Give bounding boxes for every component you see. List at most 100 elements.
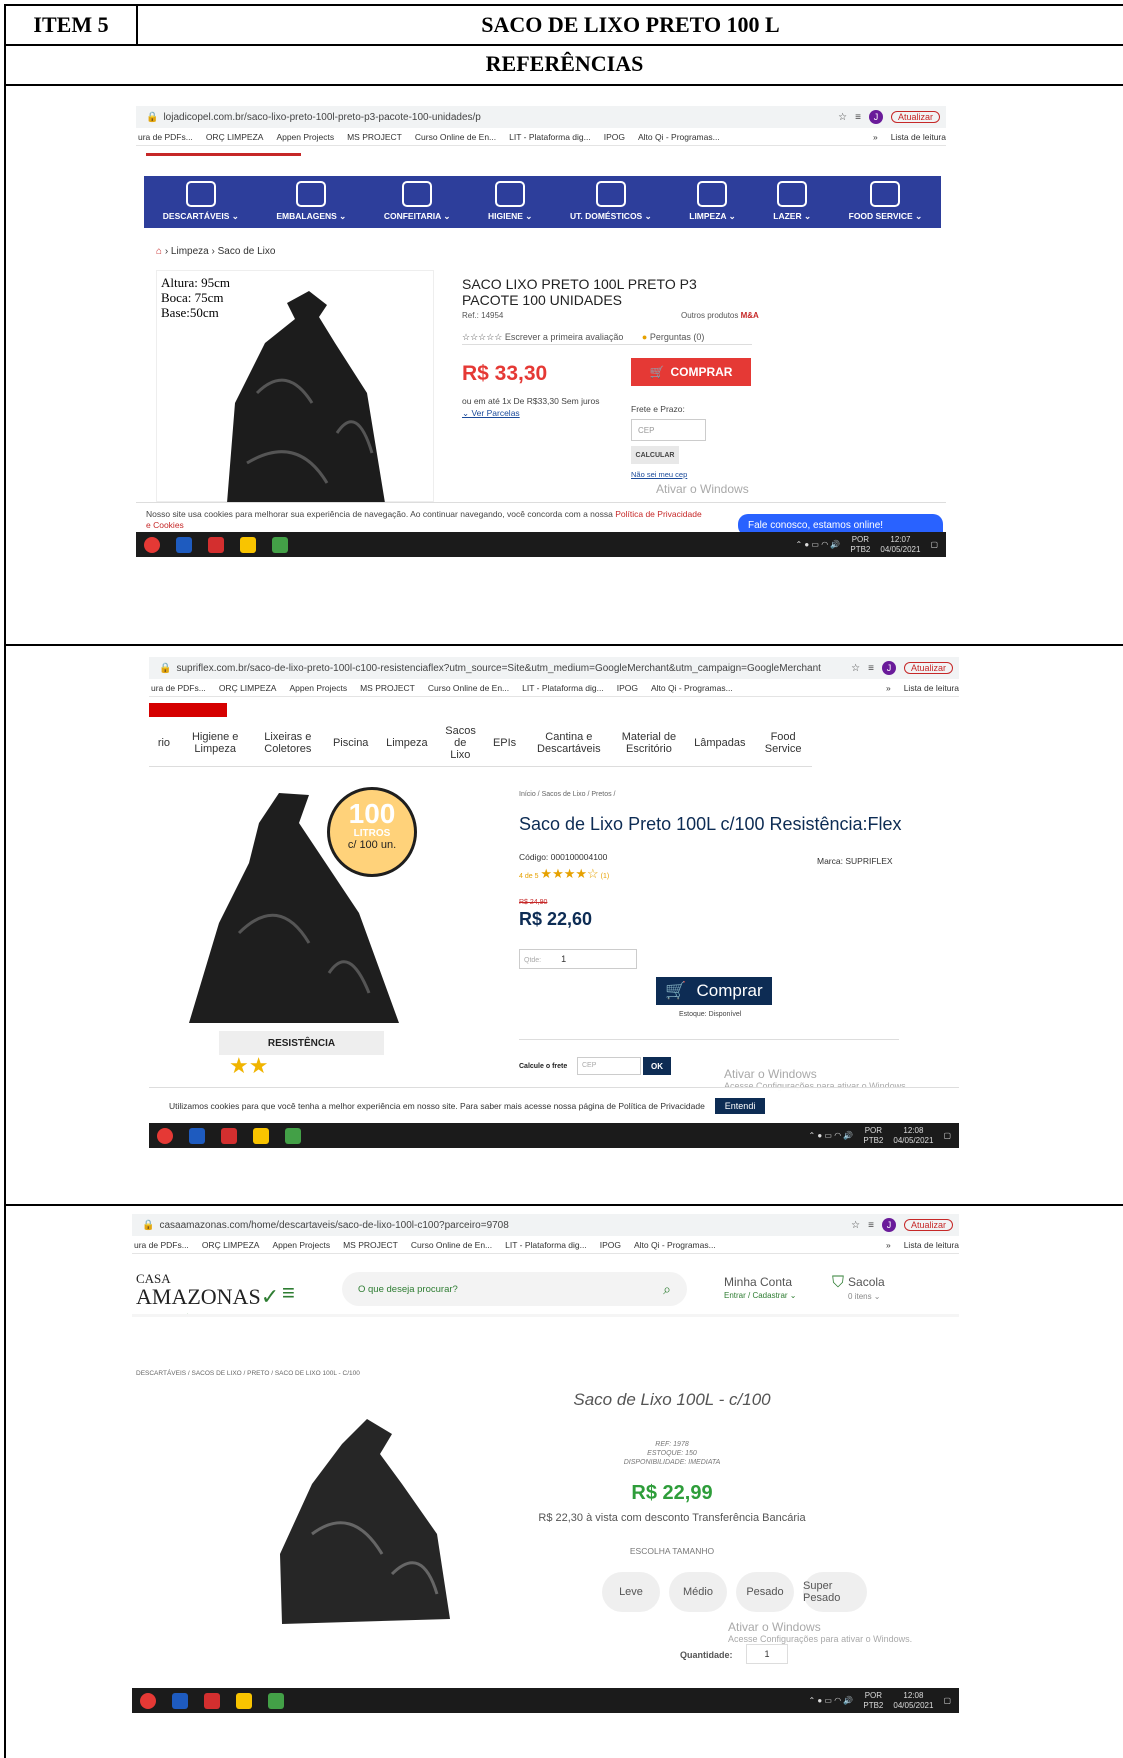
address-bar[interactable]: 🔒 supriflex.com.br/saco-de-lixo-preto-10… bbox=[149, 657, 959, 679]
bookmarks-more[interactable]: » bbox=[873, 132, 878, 142]
bookmark-item[interactable]: Alto Qi - Programas... bbox=[634, 1240, 716, 1250]
pdf-icon[interactable] bbox=[208, 536, 224, 553]
notifications-icon[interactable]: ▢ bbox=[943, 1131, 951, 1140]
size-option-pesado[interactable]: Pesado bbox=[736, 1572, 794, 1612]
nav-item-sacos[interactable]: Sacos de Lixo bbox=[445, 725, 476, 761]
tray-icons[interactable]: ⌃ ● ▭ ◠ 🔊 bbox=[795, 540, 840, 549]
reading-list-icon[interactable]: ≡ bbox=[868, 1220, 874, 1231]
sticky-notes-icon[interactable] bbox=[253, 1127, 269, 1144]
nav-item-limpeza[interactable]: LIMPEZA ⌄ bbox=[689, 181, 736, 222]
word-icon[interactable] bbox=[176, 536, 192, 553]
write-review-link[interactable]: Escrever a primeira avaliação bbox=[505, 332, 624, 342]
reading-list-icon[interactable]: ≡ bbox=[868, 663, 874, 674]
notifications-icon[interactable]: ▢ bbox=[943, 1696, 951, 1705]
bookmark-item[interactable]: Appen Projects bbox=[276, 132, 334, 142]
tray-clock[interactable]: 12:08 04/05/2021 bbox=[893, 1691, 933, 1711]
size-option-medio[interactable]: Médio bbox=[669, 1572, 727, 1612]
buy-button[interactable]: 🛒 COMPRAR bbox=[631, 358, 751, 386]
reading-list-link[interactable]: Lista de leitura bbox=[891, 132, 946, 142]
nav-item-ut-domesticos[interactable]: UT. DOMÉSTICOS ⌄ bbox=[570, 181, 652, 222]
update-button[interactable]: Atualizar bbox=[890, 111, 940, 123]
photos-icon[interactable] bbox=[268, 1692, 284, 1709]
star-icon[interactable]: ☆ bbox=[851, 1220, 860, 1231]
buy-button[interactable]: 🛒 Comprar bbox=[656, 977, 772, 1005]
nav-item-descartaveis[interactable]: DESCARTÁVEIS ⌄ bbox=[163, 181, 239, 222]
sticky-notes-icon[interactable] bbox=[240, 536, 256, 553]
tray-clock[interactable]: 12:07 04/05/2021 bbox=[880, 535, 920, 555]
ok-button[interactable]: OK bbox=[643, 1057, 671, 1075]
bookmark-item[interactable]: IPOG bbox=[617, 683, 638, 693]
tray-icons[interactable]: ⌃ ● ▭ ◠ 🔊 bbox=[808, 1696, 853, 1705]
nav-item[interactable]: rio bbox=[158, 737, 170, 749]
reading-list-link[interactable]: Lista de leitura bbox=[904, 1240, 959, 1250]
bookmark-item[interactable]: IPOG bbox=[600, 1240, 621, 1250]
nav-item-confeitaria[interactable]: CONFEITARIA ⌄ bbox=[384, 181, 450, 222]
cookies-link[interactable]: e Cookies bbox=[146, 520, 184, 530]
nav-item-material[interactable]: Material de Escritório bbox=[621, 731, 676, 755]
menu-icon[interactable]: ≡ bbox=[282, 1282, 306, 1304]
bookmark-item[interactable]: Curso Online de En... bbox=[428, 683, 509, 693]
bookmark-item[interactable]: ORÇ LIMPEZA bbox=[206, 132, 264, 142]
breadcrumb[interactable]: DESCARTÁVEIS / SACOS DE LIXO / PRETO / S… bbox=[136, 1370, 360, 1377]
bookmark-item[interactable]: LIT - Plataforma dig... bbox=[505, 1240, 587, 1250]
breadcrumb[interactable]: Início / Sacos de Lixo / Pretos / bbox=[519, 791, 616, 798]
pdf-icon[interactable] bbox=[221, 1127, 237, 1144]
size-option-super-pesado[interactable]: Super Pesado bbox=[803, 1572, 867, 1612]
cep-help-link[interactable]: Não sei meu cep bbox=[631, 470, 687, 479]
bookmark-item[interactable]: LIT - Plataforma dig... bbox=[522, 683, 604, 693]
questions-link[interactable]: Perguntas (0) bbox=[650, 332, 705, 342]
nav-item-cantina[interactable]: Cantina e Descartáveis bbox=[534, 731, 604, 755]
bookmark-item[interactable]: Alto Qi - Programas... bbox=[638, 132, 720, 142]
cep-input[interactable]: CEP bbox=[577, 1057, 641, 1075]
quantity-input[interactable]: Qtde: 1 bbox=[519, 949, 637, 969]
site-logo-fragment[interactable] bbox=[146, 146, 301, 156]
tray-language[interactable]: POR PTB2 bbox=[850, 535, 870, 555]
bookmark-item[interactable]: ura de PDFs... bbox=[151, 683, 206, 693]
bookmarks-more[interactable]: » bbox=[886, 683, 891, 693]
bookmark-item[interactable]: Appen Projects bbox=[289, 683, 347, 693]
bookmark-item[interactable]: ORÇ LIMPEZA bbox=[202, 1240, 260, 1250]
home-icon[interactable]: ⌂ bbox=[156, 246, 165, 257]
sticky-notes-icon[interactable] bbox=[236, 1692, 252, 1709]
bookmark-item[interactable]: ura de PDFs... bbox=[134, 1240, 189, 1250]
profile-avatar[interactable]: J bbox=[868, 110, 883, 124]
star-icon[interactable]: ☆ bbox=[838, 112, 847, 123]
bookmark-item[interactable]: Appen Projects bbox=[272, 1240, 330, 1250]
bookmark-item[interactable]: MS PROJECT bbox=[343, 1240, 398, 1250]
profile-avatar[interactable]: J bbox=[881, 1218, 896, 1232]
nav-item-lampadas[interactable]: Lâmpadas bbox=[694, 737, 745, 749]
accept-cookies-button[interactable]: Entendi bbox=[714, 1097, 766, 1114]
nav-item-lixeiras[interactable]: Lixeiras e Coletores bbox=[260, 731, 315, 755]
nav-item-food-service[interactable]: Food Service bbox=[763, 731, 803, 755]
calculate-button[interactable]: CALCULAR bbox=[631, 446, 679, 464]
nav-item-food-service[interactable]: FOOD SERVICE ⌄ bbox=[849, 181, 922, 222]
chrome-icon[interactable] bbox=[140, 1692, 156, 1709]
shopping-bag[interactable]: ⛉ Sacola 0 itens ⌄ bbox=[832, 1275, 885, 1303]
notifications-icon[interactable]: ▢ bbox=[930, 540, 938, 549]
bookmark-item[interactable]: Curso Online de En... bbox=[415, 132, 496, 142]
address-bar[interactable]: 🔒 casaamazonas.com/home/descartaveis/sac… bbox=[132, 1214, 959, 1236]
photos-icon[interactable] bbox=[285, 1127, 301, 1144]
site-logo-fragment[interactable] bbox=[149, 703, 227, 717]
size-option-leve[interactable]: Leve bbox=[602, 1572, 660, 1612]
nav-item-piscina[interactable]: Piscina bbox=[333, 737, 368, 749]
reading-list-link[interactable]: Lista de leitura bbox=[904, 683, 959, 693]
bookmark-item[interactable]: Alto Qi - Programas... bbox=[651, 683, 733, 693]
star-icon[interactable]: ☆ bbox=[851, 663, 860, 674]
tray-icons[interactable]: ⌃ ● ▭ ◠ 🔊 bbox=[808, 1131, 853, 1140]
search-input[interactable]: O que deseja procurar? ⌕ bbox=[342, 1272, 687, 1306]
photos-icon[interactable] bbox=[272, 536, 288, 553]
quantity-input[interactable]: 1 bbox=[746, 1644, 788, 1664]
tray-language[interactable]: POR PTB2 bbox=[863, 1691, 883, 1711]
chrome-icon[interactable] bbox=[157, 1127, 173, 1144]
word-icon[interactable] bbox=[172, 1692, 188, 1709]
account-menu[interactable]: Minha Conta Entrar / Cadastrar ⌄ bbox=[724, 1276, 797, 1302]
bookmarks-more[interactable]: » bbox=[886, 1240, 891, 1250]
bookmark-item[interactable]: ura de PDFs... bbox=[138, 132, 193, 142]
bookmark-item[interactable]: MS PROJECT bbox=[360, 683, 415, 693]
bookmark-item[interactable]: IPOG bbox=[604, 132, 625, 142]
nav-item-epis[interactable]: EPIs bbox=[493, 737, 516, 749]
nav-item-higiene[interactable]: HIGIENE ⌄ bbox=[488, 181, 532, 222]
word-icon[interactable] bbox=[189, 1127, 205, 1144]
tray-language[interactable]: POR PTB2 bbox=[863, 1126, 883, 1146]
